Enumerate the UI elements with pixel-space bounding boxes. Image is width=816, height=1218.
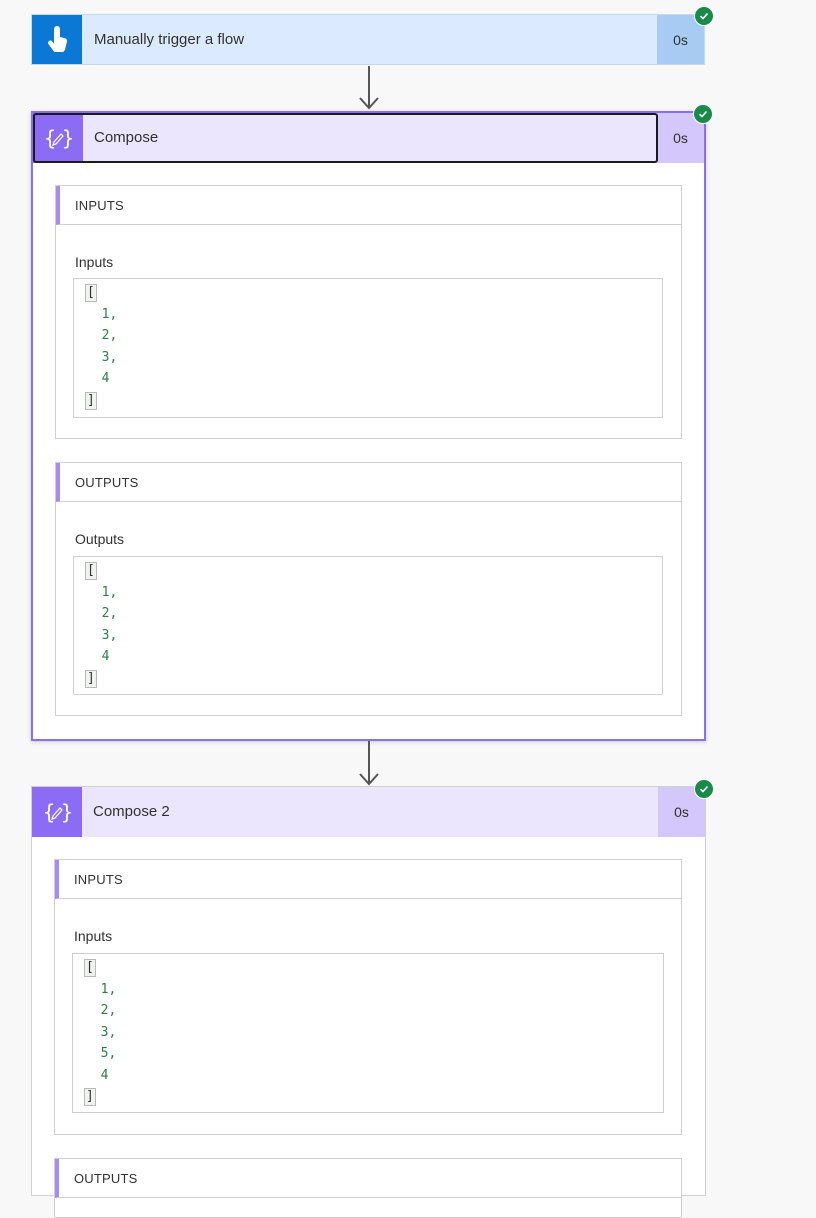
close-bracket: ] — [85, 669, 97, 688]
inputs-json: [ 1, 2, 3, 5, 4 ] — [84, 957, 117, 1108]
json-item: 4 — [101, 649, 110, 664]
json-item: 3, — [101, 627, 118, 643]
json-item: 1, — [100, 981, 117, 997]
inputs-section-title: INPUTS — [74, 872, 123, 887]
svg-text:}: } — [61, 800, 72, 824]
inputs-section-title: INPUTS — [75, 198, 124, 213]
outputs-code-box[interactable]: [ 1, 2, 3, 4 ] — [73, 556, 663, 695]
json-item: 1, — [101, 306, 118, 322]
json-item: 3, — [101, 349, 118, 365]
json-item: 2, — [100, 1003, 117, 1018]
svg-text:{: { — [43, 800, 55, 824]
connector-arrow — [359, 66, 379, 110]
open-bracket: [ — [84, 959, 96, 977]
open-bracket: [ — [85, 562, 97, 580]
json-item: 4 — [101, 371, 110, 386]
open-bracket: [ — [85, 284, 97, 302]
compose-icon: { } — [32, 787, 82, 837]
success-check-icon — [693, 104, 713, 124]
json-item: 1, — [101, 584, 118, 600]
json-item: 5, — [100, 1046, 117, 1061]
close-bracket: ] — [85, 391, 97, 410]
json-item: 3, — [100, 1024, 117, 1040]
inputs-section: INPUTS Inputs [ 1, 2, 3, 5, 4 ] — [54, 859, 682, 1135]
compose-2-card[interactable]: { } Compose 2 0s INPUTS Inputs [ 1, 2, 3… — [31, 786, 706, 1218]
outputs-section-header[interactable]: OUTPUTS — [56, 463, 681, 502]
focus-outline — [33, 113, 658, 163]
success-check-icon — [694, 779, 714, 799]
trigger-card[interactable]: Manually trigger a flow 0s — [31, 14, 705, 65]
compose-2-title: Compose 2 — [93, 803, 170, 820]
trigger-title: Manually trigger a flow — [94, 31, 245, 48]
success-check-icon — [694, 6, 714, 26]
json-item: 2, — [101, 328, 118, 343]
compose-2-header[interactable]: { } Compose 2 0s — [32, 787, 705, 837]
inputs-json: [ 1, 2, 3, 4 ] — [85, 282, 118, 411]
json-item: 2, — [101, 606, 118, 621]
outputs-json: [ 1, 2, 3, 4 ] — [85, 560, 118, 689]
inputs-code-box[interactable]: [ 1, 2, 3, 4 ] — [73, 278, 663, 418]
touch-icon — [32, 15, 82, 64]
inputs-label: Inputs — [75, 254, 114, 270]
outputs-section: OUTPUTS — [54, 1158, 682, 1218]
outputs-section-title: OUTPUTS — [74, 1171, 138, 1186]
json-item: 4 — [100, 1067, 109, 1083]
inputs-section-header[interactable]: INPUTS — [56, 186, 681, 225]
outputs-label: Outputs — [75, 531, 125, 547]
outputs-section-title: OUTPUTS — [75, 475, 139, 490]
outputs-section-header[interactable]: OUTPUTS — [55, 1159, 681, 1198]
close-bracket: ] — [84, 1088, 96, 1106]
inputs-section-header[interactable]: INPUTS — [55, 860, 681, 899]
inputs-code-box[interactable]: [ 1, 2, 3, 5, 4 ] — [72, 953, 664, 1113]
compose-card[interactable]: { } Compose 0s INPUTS Inputs [ 1, 2, 3, … — [31, 111, 706, 741]
outputs-section: OUTPUTS Outputs [ 1, 2, 3, 4 ] — [55, 462, 682, 716]
connector-arrow — [359, 741, 379, 786]
inputs-section: INPUTS Inputs [ 1, 2, 3, 4 ] — [55, 185, 682, 439]
inputs-label: Inputs — [74, 928, 113, 944]
